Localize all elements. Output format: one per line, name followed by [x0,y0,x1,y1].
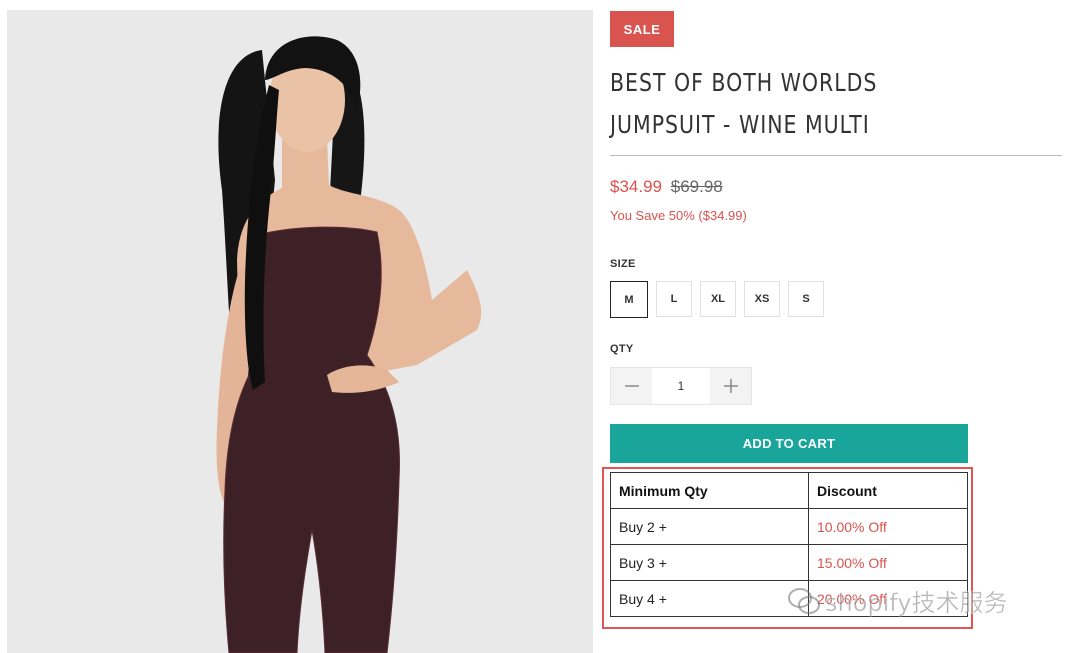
wechat-icon [788,587,820,614]
qty-increment-button[interactable] [710,368,751,404]
price-original: $69.98 [670,177,723,196]
model-photo [7,10,593,653]
add-to-cart-button[interactable]: ADD TO CART [610,424,968,463]
column-header-discount: Discount [808,472,968,509]
title-divider [610,155,1062,156]
table-header-row: Minimum Qty Discount [610,472,968,509]
product-title: BEST OF BOTH WORLDS JUMPSUIT - WINE MULT… [610,68,878,139]
quantity-stepper: 1 [610,367,752,405]
table-row: Buy 3 + 15.00% Off [610,544,968,581]
qty-decrement-button[interactable] [611,368,652,404]
price-current: $34.99 [610,177,662,196]
min-qty-cell: Buy 2 + [610,508,809,545]
watermark: shopify技术服务 [787,583,1008,618]
size-options: M L XL XS S [610,281,824,318]
discount-cell: 10.00% Off [808,508,968,545]
size-option-s[interactable]: S [788,281,824,317]
size-option-xs[interactable]: XS [744,281,780,317]
qty-label: QTY [610,343,634,355]
size-option-xl[interactable]: XL [700,281,736,317]
min-qty-cell: Buy 4 + [610,580,809,617]
size-option-l[interactable]: L [656,281,692,317]
discount-cell: 15.00% Off [808,544,968,581]
minus-icon [624,385,639,387]
column-header-min-qty: Minimum Qty [610,472,809,509]
watermark-text: shopify技术服务 [825,589,1008,618]
plus-icon [723,379,738,393]
product-image [7,10,593,653]
table-row: Buy 2 + 10.00% Off [610,508,968,545]
qty-input[interactable]: 1 [652,368,710,404]
sale-badge: SALE [610,11,674,47]
size-label: SIZE [610,258,636,270]
you-save-text: You Save 50% ($34.99) [610,208,747,223]
price-row: $34.99 $69.98 [610,177,723,197]
size-option-m[interactable]: M [610,281,648,318]
min-qty-cell: Buy 3 + [610,544,809,581]
